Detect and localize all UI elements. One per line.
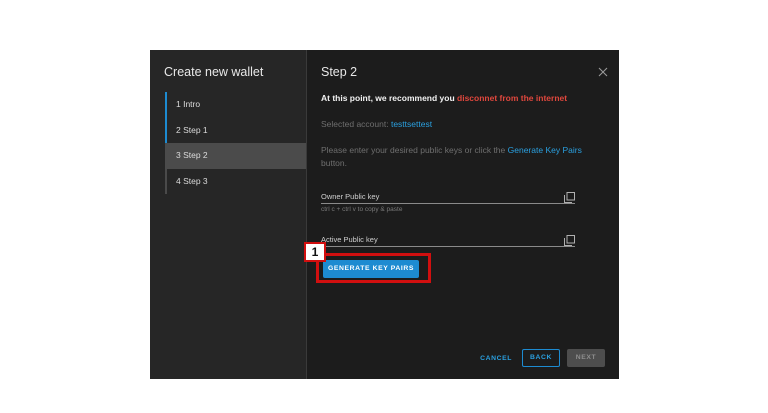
copy-icon xyxy=(564,235,575,246)
instructions-prefix: Please enter your desired public keys or… xyxy=(321,145,506,155)
callout-highlight xyxy=(316,253,431,283)
copy-button[interactable] xyxy=(564,233,575,246)
cancel-button[interactable]: CANCEL xyxy=(480,355,512,362)
recommendation-prefix: At this point, we recommend you xyxy=(321,93,455,103)
back-button[interactable]: BACK xyxy=(522,349,560,367)
step-1[interactable]: 2 Step 1 xyxy=(165,117,306,143)
owner-public-key-input[interactable] xyxy=(321,189,557,203)
step-3[interactable]: 4 Step 3 xyxy=(165,168,306,194)
generate-key-pairs-link[interactable]: Generate Key Pairs xyxy=(508,145,582,155)
callout-badge: 1 xyxy=(304,242,326,262)
active-public-key-input[interactable] xyxy=(321,232,557,246)
close-icon xyxy=(598,67,608,77)
page-title: Step 2 xyxy=(321,65,358,79)
copy-button[interactable] xyxy=(564,190,575,203)
wizard-main: Step 2 At this point, we recommend you d… xyxy=(307,50,619,379)
instructions-suffix: button. xyxy=(321,158,347,168)
selected-account-label: Selected account: xyxy=(321,119,389,129)
step-intro[interactable]: 1 Intro xyxy=(165,92,306,118)
copy-paste-hint: ctrl c + ctrl v to copy & paste xyxy=(321,206,403,213)
next-button[interactable]: NEXT xyxy=(567,349,605,367)
active-key-field xyxy=(321,232,575,247)
wizard-footer: CANCEL BACK NEXT xyxy=(480,349,605,367)
owner-key-field xyxy=(321,189,575,204)
copy-icon xyxy=(564,192,575,203)
step-2[interactable]: 3 Step 2 xyxy=(165,143,306,169)
wizard-steps: 1 Intro 2 Step 1 3 Step 2 4 Step 3 xyxy=(165,92,306,194)
wizard-sidebar: Create new wallet 1 Intro 2 Step 1 3 Ste… xyxy=(150,50,307,379)
instructions-text: Please enter your desired public keys or… xyxy=(321,144,596,170)
selected-account-line: Selected account: testtsettest xyxy=(321,119,432,129)
sidebar-title: Create new wallet xyxy=(164,65,264,79)
disconnect-warning: disconnet from the internet xyxy=(457,93,568,103)
selected-account-name: testtsettest xyxy=(390,119,433,129)
close-button[interactable] xyxy=(597,65,609,77)
recommendation-text: At this point, we recommend you disconne… xyxy=(321,93,567,103)
create-wallet-dialog: Create new wallet 1 Intro 2 Step 1 3 Ste… xyxy=(150,50,619,379)
